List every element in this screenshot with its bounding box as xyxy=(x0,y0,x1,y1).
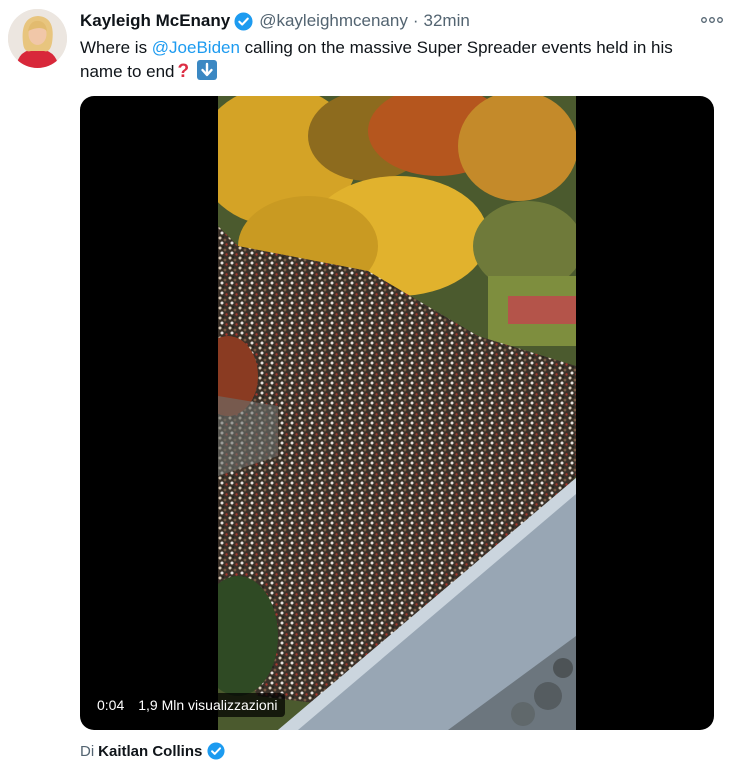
video-view-count: 1,9 Mln visualizzazioni xyxy=(138,697,278,713)
video-player[interactable]: 0:04 1,9 Mln visualizzazioni xyxy=(80,96,714,730)
attribution-author-name[interactable]: Kaitlan Collins xyxy=(98,743,202,760)
avatar[interactable] xyxy=(8,9,67,68)
video-elapsed-time: 0:04 xyxy=(97,697,125,713)
video-frame xyxy=(218,96,576,730)
more-options-icon[interactable] xyxy=(701,12,723,27)
verified-badge-icon xyxy=(234,11,253,31)
tweet-text-part-1: Where is xyxy=(80,38,152,57)
attribution-prefix: Di xyxy=(80,742,95,760)
verified-badge-icon xyxy=(207,742,225,760)
red-question-mark-icon: ? xyxy=(177,61,190,82)
tweet-header: Kayleigh McEnany @kayleighmcenany · 32mi… xyxy=(80,10,723,32)
video-stats-badge: 0:04 1,9 Mln visualizzazioni xyxy=(90,693,285,717)
crowd-scene-image xyxy=(218,96,576,730)
mention-link[interactable]: @JoeBiden xyxy=(152,38,240,57)
author-name[interactable]: Kayleigh McEnany xyxy=(80,11,230,31)
author-handle[interactable]: @kayleighmcenany xyxy=(259,11,408,31)
tweet-text: Where is @JoeBiden calling on the massiv… xyxy=(80,36,710,84)
video-attribution: Di Kaitlan Collins xyxy=(80,742,225,760)
timestamp[interactable]: 32min xyxy=(424,11,470,31)
separator-dot: · xyxy=(412,11,419,30)
profile-photo xyxy=(8,9,67,68)
down-arrow-icon xyxy=(197,60,218,80)
